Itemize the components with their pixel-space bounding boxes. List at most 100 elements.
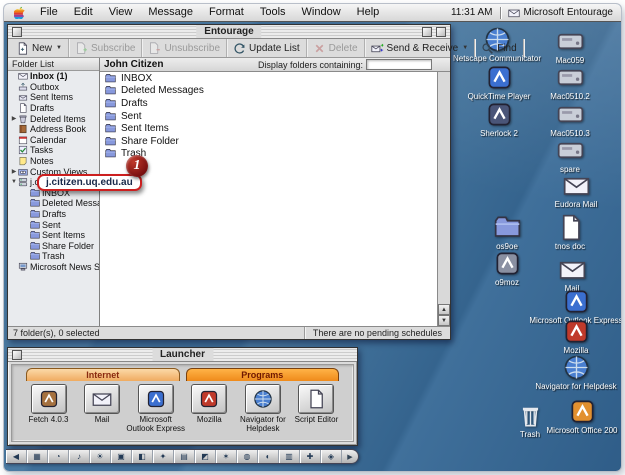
control-strip-module-icon[interactable]: ▥ <box>279 450 300 463</box>
desktop-icon[interactable]: QuickTime Player <box>459 64 539 101</box>
folder-row[interactable]: Share Folder <box>100 135 437 148</box>
control-strip[interactable]: ◀▦◔♪☀▣◧✦▤◩✶◍◐▥✚◈ ▶ <box>6 449 359 464</box>
apple-menu[interactable] <box>14 6 25 19</box>
menu-item[interactable]: Tools <box>252 4 294 21</box>
folder-row[interactable]: Trash <box>100 148 437 161</box>
desktop-icon[interactable]: Mac0510.2 <box>530 64 610 101</box>
menu-item[interactable]: Format <box>201 4 252 21</box>
control-strip-module-icon[interactable]: ◍ <box>237 450 258 463</box>
toolbar-button-icon <box>148 42 161 55</box>
folder-list-item[interactable]: Sent Items <box>8 230 99 241</box>
desktop-icon[interactable]: Mac0510.3 <box>530 101 610 138</box>
folder-list-item[interactable]: Calendar <box>8 135 99 146</box>
launcher-app-button[interactable] <box>191 384 227 414</box>
control-strip-module-icon[interactable]: ♪ <box>69 450 90 463</box>
menu-item[interactable]: Window <box>294 4 349 21</box>
zoom-box[interactable] <box>436 27 446 37</box>
toolbar-button-icon <box>481 42 494 55</box>
control-strip-module-icon[interactable]: ◈ <box>321 450 342 463</box>
status-bar: 7 folder(s), 0 selected There are no pen… <box>8 326 450 339</box>
folder-list-item[interactable]: Microsoft News Server <box>8 262 99 273</box>
folder-list-item[interactable]: Trash <box>8 251 99 262</box>
application-menu[interactable]: Microsoft Entourage <box>508 7 614 19</box>
launcher-app-button[interactable] <box>138 384 174 414</box>
control-strip-module-icon[interactable]: ▣ <box>111 450 132 463</box>
folder-list-item[interactable]: Tasks <box>8 145 99 156</box>
folder-list-item[interactable]: Share Folder <box>8 241 99 252</box>
toolbar-button[interactable]: Unsubscribe ▼ <box>142 39 227 57</box>
folder-list-item[interactable]: Inbox (1) <box>8 71 99 82</box>
disclosure-triangle-icon[interactable]: ▶ <box>10 115 18 122</box>
desktop-icon-label: Mac0510.2 <box>550 92 590 101</box>
folder-list-item[interactable]: ▶ Deleted Items <box>8 113 99 124</box>
entourage-titlebar[interactable]: Entourage <box>8 25 450 39</box>
folder-list-item[interactable]: Deleted Messages <box>8 198 99 209</box>
desktop-icon[interactable]: Microsoft Office 200 <box>542 398 621 435</box>
launcher-close-box[interactable] <box>12 350 22 360</box>
launcher-tab[interactable]: Programs <box>186 368 340 381</box>
menu-item[interactable]: Edit <box>66 4 101 21</box>
folder-list-item[interactable]: Sent Items <box>8 92 99 103</box>
control-strip-module-icon[interactable]: ▦ <box>27 450 48 463</box>
control-strip-module-icon[interactable]: ◧ <box>132 450 153 463</box>
desktop-icon[interactable]: Mac059 <box>530 28 610 65</box>
menu-divider <box>500 7 501 19</box>
close-box[interactable] <box>12 27 22 37</box>
launcher-app-button[interactable] <box>245 384 281 414</box>
control-strip-module-icon[interactable]: ◩ <box>195 450 216 463</box>
control-strip-module-icon[interactable]: ◐ <box>258 450 279 463</box>
control-strip-module-icon[interactable]: ✚ <box>300 450 321 463</box>
toolbar-button[interactable]: Update List ▼ <box>227 39 307 57</box>
folder-list: Inbox (1) Outbox Sent Items <box>8 71 99 272</box>
toolbar-button[interactable]: Send & Receive ▼ <box>365 39 476 57</box>
launcher-item: Microsoft Outlook Express <box>129 384 182 434</box>
menu-item[interactable]: File <box>32 4 66 21</box>
folder-list-item[interactable]: Drafts <box>8 209 99 220</box>
disclosure-triangle-icon[interactable]: ▼ <box>10 179 18 185</box>
disclosure-triangle-icon[interactable]: ▶ <box>10 168 18 175</box>
toolbar-button[interactable]: Delete ▼ <box>307 39 365 57</box>
launcher-app-button[interactable] <box>31 384 67 414</box>
desktop-icon[interactable]: Eudora Mail <box>536 172 616 209</box>
desktop-icon[interactable]: Mozilla <box>536 318 616 355</box>
toolbar-button[interactable]: Subscribe ▼ <box>69 39 142 57</box>
menu-item[interactable]: Help <box>349 4 388 21</box>
vertical-scrollbar[interactable]: ▲ ▼ <box>437 72 450 326</box>
desktop-icon[interactable]: Sherlock 2 <box>459 101 539 138</box>
control-strip-module-icon[interactable]: ◀ <box>6 450 27 463</box>
control-strip-module-icon[interactable]: ✦ <box>153 450 174 463</box>
control-strip-handle[interactable]: ▶ <box>342 450 358 463</box>
folder-row[interactable]: Deleted Messages <box>100 85 437 98</box>
launcher-tab[interactable]: Internet <box>26 368 180 381</box>
scroll-up-arrow[interactable]: ▲ <box>438 304 450 315</box>
collapse-box[interactable] <box>422 27 432 37</box>
control-strip-module-icon[interactable]: ✶ <box>216 450 237 463</box>
control-strip-module-icon[interactable]: ◔ <box>48 450 69 463</box>
menu-item[interactable]: View <box>101 4 141 21</box>
filter-input[interactable] <box>366 59 432 70</box>
folder-row[interactable]: INBOX <box>100 72 437 85</box>
folder-list-item[interactable]: Address Book <box>8 124 99 135</box>
toolbar-button[interactable]: New ▼ <box>10 39 69 57</box>
control-strip-module-icon[interactable]: ▤ <box>174 450 195 463</box>
dropdown-arrow-icon: ▼ <box>462 45 468 51</box>
scroll-down-arrow[interactable]: ▼ <box>438 315 450 326</box>
folder-row[interactable]: Sent Items <box>100 122 437 135</box>
menu-clock[interactable]: 11:31 AM <box>451 7 493 18</box>
folder-row[interactable]: Sent <box>100 110 437 123</box>
launcher-titlebar[interactable]: Launcher <box>8 348 357 362</box>
toolbar-button[interactable]: Find ▼ <box>475 39 523 57</box>
desktop-icon[interactable]: spare <box>530 137 610 174</box>
menu-item[interactable]: Message <box>140 4 201 21</box>
folder-list-item[interactable]: Drafts <box>8 103 99 114</box>
folder-list-item[interactable]: Notes <box>8 156 99 167</box>
folder-list-item[interactable]: Sent <box>8 219 99 230</box>
account-header: John Citizen <box>104 59 163 70</box>
desktop-icon[interactable]: tnos doc <box>530 214 610 251</box>
launcher-app-button[interactable] <box>84 384 120 414</box>
folder-row[interactable]: Drafts <box>100 97 437 110</box>
folder-list-item[interactable]: Outbox <box>8 82 99 93</box>
launcher-app-button[interactable] <box>298 384 334 414</box>
control-strip-module-icon[interactable]: ☀ <box>90 450 111 463</box>
desktop-icon[interactable]: Navigator for Helpdesk <box>536 354 616 391</box>
